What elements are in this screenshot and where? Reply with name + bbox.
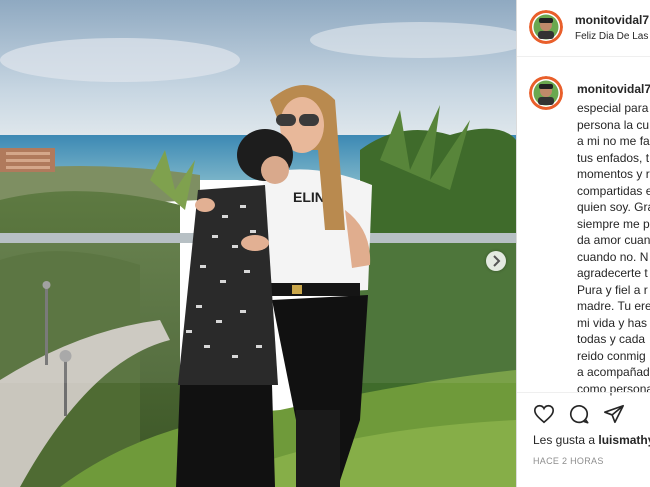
caption-line: da amor cuan [577, 233, 650, 247]
share-button[interactable] [603, 403, 625, 425]
post-sidebar: monitovidal7 Feliz Dia De Las monitovida… [516, 0, 650, 487]
next-photo-button[interactable] [486, 251, 506, 271]
likes-prefix: Les gusta a [533, 433, 599, 447]
chevron-right-icon [493, 255, 501, 267]
caption-line: agradecerte t [577, 266, 648, 280]
caption-line: compartidas e [577, 183, 650, 198]
caption-line: madre. Tu ere [577, 299, 650, 313]
caption-line: quien soy. Gra [577, 200, 650, 214]
avatar-icon [529, 76, 563, 110]
caption-line: momentos y r [577, 167, 650, 181]
caption-line: persona la cu [577, 117, 650, 132]
caption-line: a mi no me fa [577, 134, 650, 148]
post-header: monitovidal7 Feliz Dia De Las [517, 0, 650, 57]
likes-user-link[interactable]: luismathy [598, 433, 650, 447]
caption-username[interactable]: monitovidal7 [577, 82, 650, 96]
caption-text: especial para persona la cu a mi no me fa t… [577, 100, 650, 397]
post-photo[interactable]: ELINE [0, 0, 516, 487]
caption-line: especial para [577, 101, 649, 115]
caption-line: como persona [577, 381, 650, 396]
caption-line: todas y cada [577, 332, 646, 346]
divider [517, 392, 650, 393]
heart-icon [534, 404, 554, 424]
header-username[interactable]: monitovidal7 [575, 13, 649, 27]
comment-button[interactable] [568, 403, 590, 425]
caption-line: a acompañad [577, 365, 650, 379]
avatar[interactable] [529, 10, 563, 44]
caption-line: mi vida y has [577, 315, 648, 330]
share-icon [604, 404, 624, 424]
post-timestamp[interactable]: HACE 2 HORAS [533, 456, 604, 466]
caption-line: cuando no. N [577, 249, 649, 264]
caption-line: reido conmig [577, 348, 646, 363]
caption-line: siempre me p [577, 216, 650, 231]
avatar-icon [529, 10, 563, 44]
photo-illustration: ELINE [0, 0, 516, 487]
header-subtitle: Feliz Dia De Las [575, 31, 649, 42]
caption-avatar[interactable] [529, 76, 563, 110]
like-button[interactable] [533, 403, 555, 425]
caption-line: Pura y fiel a r [577, 282, 648, 297]
caption-line: tus enfados, t [577, 150, 650, 165]
comment-icon [569, 405, 589, 424]
likes-text: Les gusta a luismathy [533, 433, 650, 447]
